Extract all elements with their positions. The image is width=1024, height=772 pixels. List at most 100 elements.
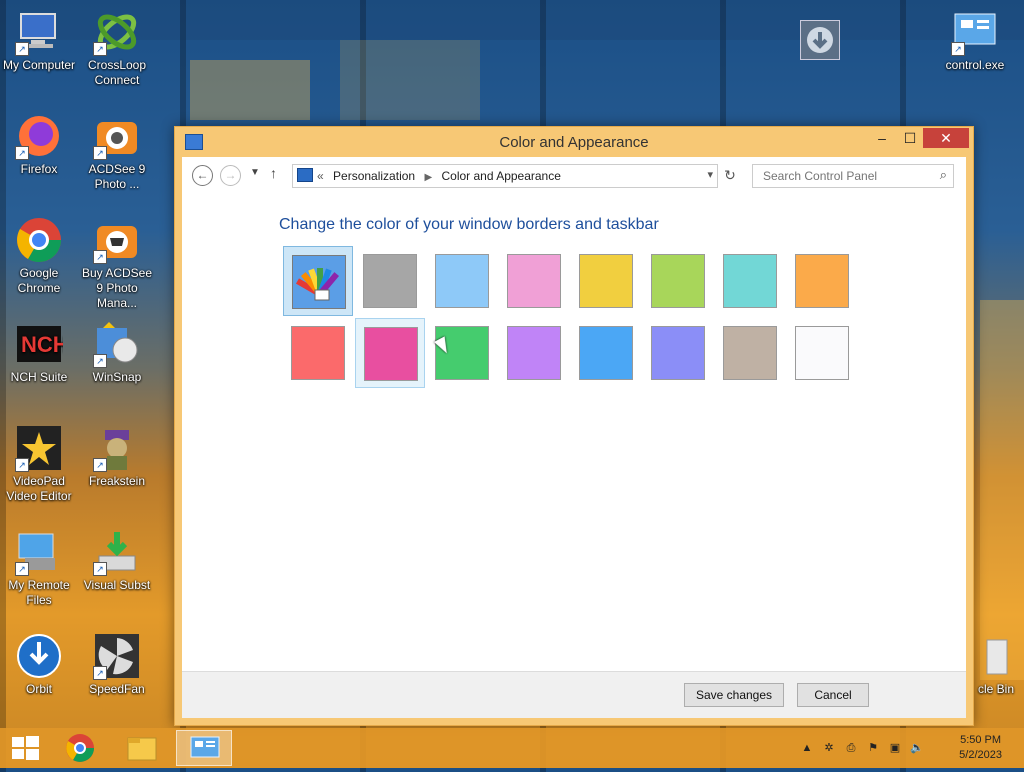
taskbar-control-panel[interactable] [176,730,232,766]
winsnap-icon: ↗ [93,320,141,368]
close-button[interactable]: ✕ [923,128,969,148]
desktop-icon-remote-files[interactable]: ↗ My Remote Files [0,528,78,608]
swatch-purple[interactable] [499,318,569,388]
desktop-icon-label: NCH Suite [10,370,68,384]
swatch-green[interactable] [427,318,497,388]
desktop-icon-label: Buy ACDSee 9 Photo Mana... [81,266,153,310]
desktop-icon-nch[interactable]: NCH NCH Suite [0,320,78,385]
window-titlebar[interactable]: Color and Appearance – ☐ ✕ [175,127,973,157]
desktop-icon-label: Visual Subst [83,578,151,592]
taskbar-chrome[interactable] [52,730,108,766]
swatch-white[interactable] [787,318,857,388]
wallpaper-panel [340,40,480,120]
swatch-color [651,326,705,380]
minimize-button[interactable]: – [867,128,897,148]
network-icon[interactable]: ▣ [888,742,902,754]
desktop-icon-videopad[interactable]: ↗ VideoPad Video Editor [0,424,78,504]
desktop-icon-label: Freakstein [88,474,146,488]
breadcrumb-separator-icon[interactable]: ▶ [424,172,432,183]
dialog-footer: Save changes Cancel [182,671,966,718]
address-bar[interactable]: « Personalization ▶ Color and Appearance… [292,164,718,188]
swatch-color [291,326,345,380]
freakstein-icon: ↗ [93,424,141,472]
desktop-icon-winsnap[interactable]: ↗ WinSnap [78,320,156,385]
volume-muted-icon[interactable]: 🔈 [910,742,924,754]
search-input[interactable] [761,168,925,184]
save-changes-button[interactable]: Save changes [684,683,784,707]
window-client-area: ← → ▼ ↑ « Personalization ▶ Color and Ap… [182,157,966,718]
desktop-icon-orbit[interactable]: Orbit [0,632,78,697]
swatch-gray[interactable] [355,246,425,316]
taskbar-clock[interactable]: 5:50 PM 5/2/2023 [959,733,1002,763]
swatch-color [723,326,777,380]
swatch-automatic[interactable] [283,246,353,316]
refresh-button[interactable]: ↻ [720,165,740,185]
clock-date: 5/2/2023 [959,749,1002,761]
swatch-blue[interactable] [571,318,641,388]
swatch-lime[interactable] [643,246,713,316]
taskbar-file-explorer[interactable] [114,730,170,766]
desktop-icon-my-computer[interactable]: ↗ My Computer [0,8,78,73]
desktop-icon-firefox[interactable]: ↗ Firefox [0,112,78,177]
visual-subst-icon: ↗ [93,528,141,576]
search-icon[interactable]: ⌕ [940,167,947,183]
breadcrumb-color-appearance[interactable]: Color and Appearance [441,169,560,183]
taskbar: ▲ ✲ ⎙ ⚑ ▣ 🔈 5:50 PM 5/2/2023 [0,728,1024,768]
desktop-icon-acdsee[interactable]: ↗ ACDSee 9 Photo ... [78,112,156,192]
swatch-color [579,326,633,380]
forward-button[interactable]: → [220,165,241,186]
swatch-pink[interactable] [499,246,569,316]
navigation-bar: ← → ▼ ↑ « Personalization ▶ Color and Ap… [182,157,966,193]
wallpaper-panel [980,300,1024,680]
recent-locations-chevron-icon[interactable]: ▼ [250,167,260,178]
start-button[interactable] [6,734,44,762]
swatch-color [363,254,417,308]
videopad-icon: ↗ [15,424,63,472]
swatch-color [364,327,418,381]
breadcrumb: « Personalization ▶ Color and Appearance [317,169,561,183]
desktop-icon-acdsee-buy[interactable]: ↗ Buy ACDSee 9 Photo Mana... [78,216,156,311]
desktop-icon-chrome[interactable]: Google Chrome [0,216,78,296]
desktop-icon-freakstein[interactable]: ↗ Freakstein [78,424,156,489]
desktop-icon-speedfan[interactable]: ↗ SpeedFan [78,632,156,697]
swatch-color [579,254,633,308]
maximize-button[interactable]: ☐ [895,128,925,148]
swatch-periwinkle[interactable] [643,318,713,388]
swatch-orange[interactable] [787,246,857,316]
swatch-sky-blue[interactable] [427,246,497,316]
swatch-magenta[interactable] [355,318,425,388]
address-dropdown-chevron-icon[interactable]: ▾ [707,168,713,181]
file-explorer-icon [127,737,157,761]
back-button[interactable]: ← [192,165,213,186]
control-panel-icon: ↗ [951,8,999,56]
desktop-icon-control-exe[interactable]: ↗ control.exe [936,8,1014,73]
chrome-icon [66,734,94,762]
printer-icon[interactable]: ⎙ [844,742,858,754]
swatch-teal[interactable] [715,246,785,316]
up-button[interactable]: ↑ [270,165,277,181]
swatch-color [651,254,705,308]
swatch-color [507,326,561,380]
desktop-icon-label: WinSnap [92,370,142,384]
swatch-yellow[interactable] [571,246,641,316]
show-hidden-icons-chevron-icon[interactable]: ▲ [800,742,814,754]
nch-icon: NCH [15,320,69,368]
desktop-icon-label: ACDSee 9 Photo ... [88,162,146,191]
desktop-icon-visual-subst[interactable]: ↗ Visual Subst [78,528,156,593]
computer-icon: ↗ [15,8,63,56]
swatch-taupe[interactable] [715,318,785,388]
tray-app-icon[interactable]: ✲ [822,742,836,754]
action-center-flag-icon[interactable]: ⚑ [866,742,880,754]
cancel-button[interactable]: Cancel [797,683,869,707]
desktop-icon-crossloop[interactable]: ↗ CrossLoop Connect [78,8,156,88]
breadcrumb-overflow[interactable]: « [317,169,324,183]
swatch-red[interactable] [283,318,353,388]
download-overlay-icon[interactable] [800,20,840,60]
remote-files-icon: ↗ [15,528,63,576]
orbit-icon [15,632,63,680]
breadcrumb-personalization[interactable]: Personalization [333,169,415,183]
system-tray: ▲ ✲ ⎙ ⚑ ▣ 🔈 5:50 PM 5/2/2023 [784,728,1024,768]
search-box[interactable]: ⌕ [752,164,954,188]
acdsee-icon: ↗ [93,112,141,160]
desktop-icon-label: VideoPad Video Editor [6,474,72,503]
